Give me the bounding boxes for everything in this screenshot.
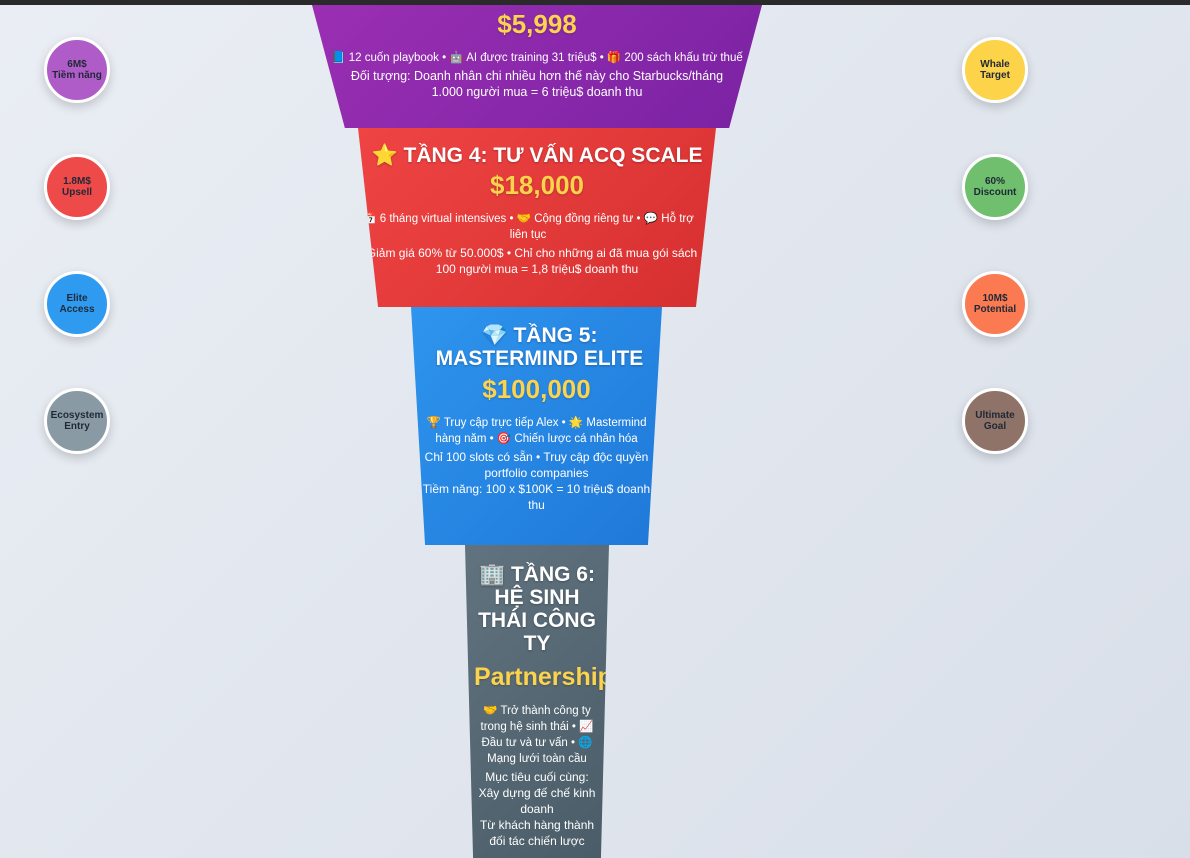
tier-price: $100,000 <box>482 374 591 404</box>
tier-features: 📘 12 cuốn playbook • 🤖 AI được training … <box>331 52 743 64</box>
badge-potential-10m: 10M$ Potential <box>962 271 1028 337</box>
badge-line: Elite <box>66 293 88 304</box>
badge-line: Potential <box>973 304 1017 315</box>
badge-whale-target: Whale Target <box>962 37 1028 103</box>
tier-result: 1.000 người mua = 6 triệu$ doanh thu <box>431 85 643 99</box>
tier-features: 🏆 Truy cập trực tiếp Alex • 🌟 Mastermind… <box>426 417 647 445</box>
tier-audience: Mục tiêu cuối cùng: Xây dựng đế chế kinh… <box>478 770 596 816</box>
tier-title: ⭐ TẦNG 4: TƯ VẤN ACQ SCALE <box>371 144 703 167</box>
tier-features: 📅 6 tháng virtual intensives • 🤝 Cộng đồ… <box>362 213 694 241</box>
tier-audience: Giảm giá 60% từ 50.000$ • Chỉ cho những … <box>366 246 698 260</box>
tier-result: 100 người mua = 1,8 triệu$ doanh thu <box>435 262 639 276</box>
tier-result: Tiềm năng: 100 x $100K = 10 triệu$ doanh… <box>422 482 651 512</box>
badge-elite-access: Elite Access <box>44 271 110 337</box>
tier-audience: Đối tượng: Doanh nhân chi nhiều hơn thế … <box>350 69 724 83</box>
funnel-tier-3: $5,998 📘 12 cuốn playbook • 🤖 AI được tr… <box>312 5 762 128</box>
badge-line: Discount <box>973 187 1017 198</box>
badge-ultimate-goal: Ultimate Goal <box>962 388 1028 454</box>
badge-line: 60% <box>984 176 1005 187</box>
tier-title: 🏢 TẦNG 6: HỆ SINH THÁI CÔNG TY <box>478 563 596 655</box>
badge-ecosystem-entry: Ecosystem Entry <box>44 388 110 454</box>
badge-line: Ultimate <box>975 410 1015 421</box>
badge-line: Tiềm năng <box>52 70 102 81</box>
badge-upsell: 1.8M$ Upsell <box>44 154 110 220</box>
tier-audience: Chỉ 100 slots có sẵn • Truy cập độc quyề… <box>424 450 649 480</box>
badge-line: Whale <box>980 59 1010 70</box>
badge-line: Upsell <box>61 187 92 198</box>
tier-price: Partnership <box>474 663 609 691</box>
badge-line: Goal <box>983 421 1007 432</box>
tier-title: 💎 TẦNG 5: MASTERMIND ELITE <box>435 324 644 370</box>
badge-line: Entry <box>64 421 90 432</box>
badge-discount: 60% Discount <box>962 154 1028 220</box>
badge-line: Access <box>59 304 95 315</box>
tier-price: $18,000 <box>490 170 584 200</box>
badge-line: Ecosystem <box>50 410 104 421</box>
funnel-tier-4: ⭐ TẦNG 4: TƯ VẤN ACQ SCALE $18,000 📅 6 t… <box>358 128 716 307</box>
funnel-tier-5: 💎 TẦNG 5: MASTERMIND ELITE $100,000 🏆 Tr… <box>411 307 662 545</box>
tier-features: 🤝 Trở thành công ty trong hệ sinh thái •… <box>480 705 594 765</box>
badge-line: Target <box>980 70 1010 81</box>
badge-potential-6m: 6M$ Tiềm năng <box>44 37 110 103</box>
funnel-tier-6: 🏢 TẦNG 6: HỆ SINH THÁI CÔNG TY Partnersh… <box>465 545 609 858</box>
badge-line: 10M$ <box>982 293 1008 304</box>
badge-line: 6M$ <box>67 59 87 70</box>
badge-line: 1.8M$ <box>63 176 91 187</box>
tier-price: $5,998 <box>497 9 577 39</box>
tier-result: Từ khách hàng thành đối tác chiến lược <box>479 818 595 848</box>
